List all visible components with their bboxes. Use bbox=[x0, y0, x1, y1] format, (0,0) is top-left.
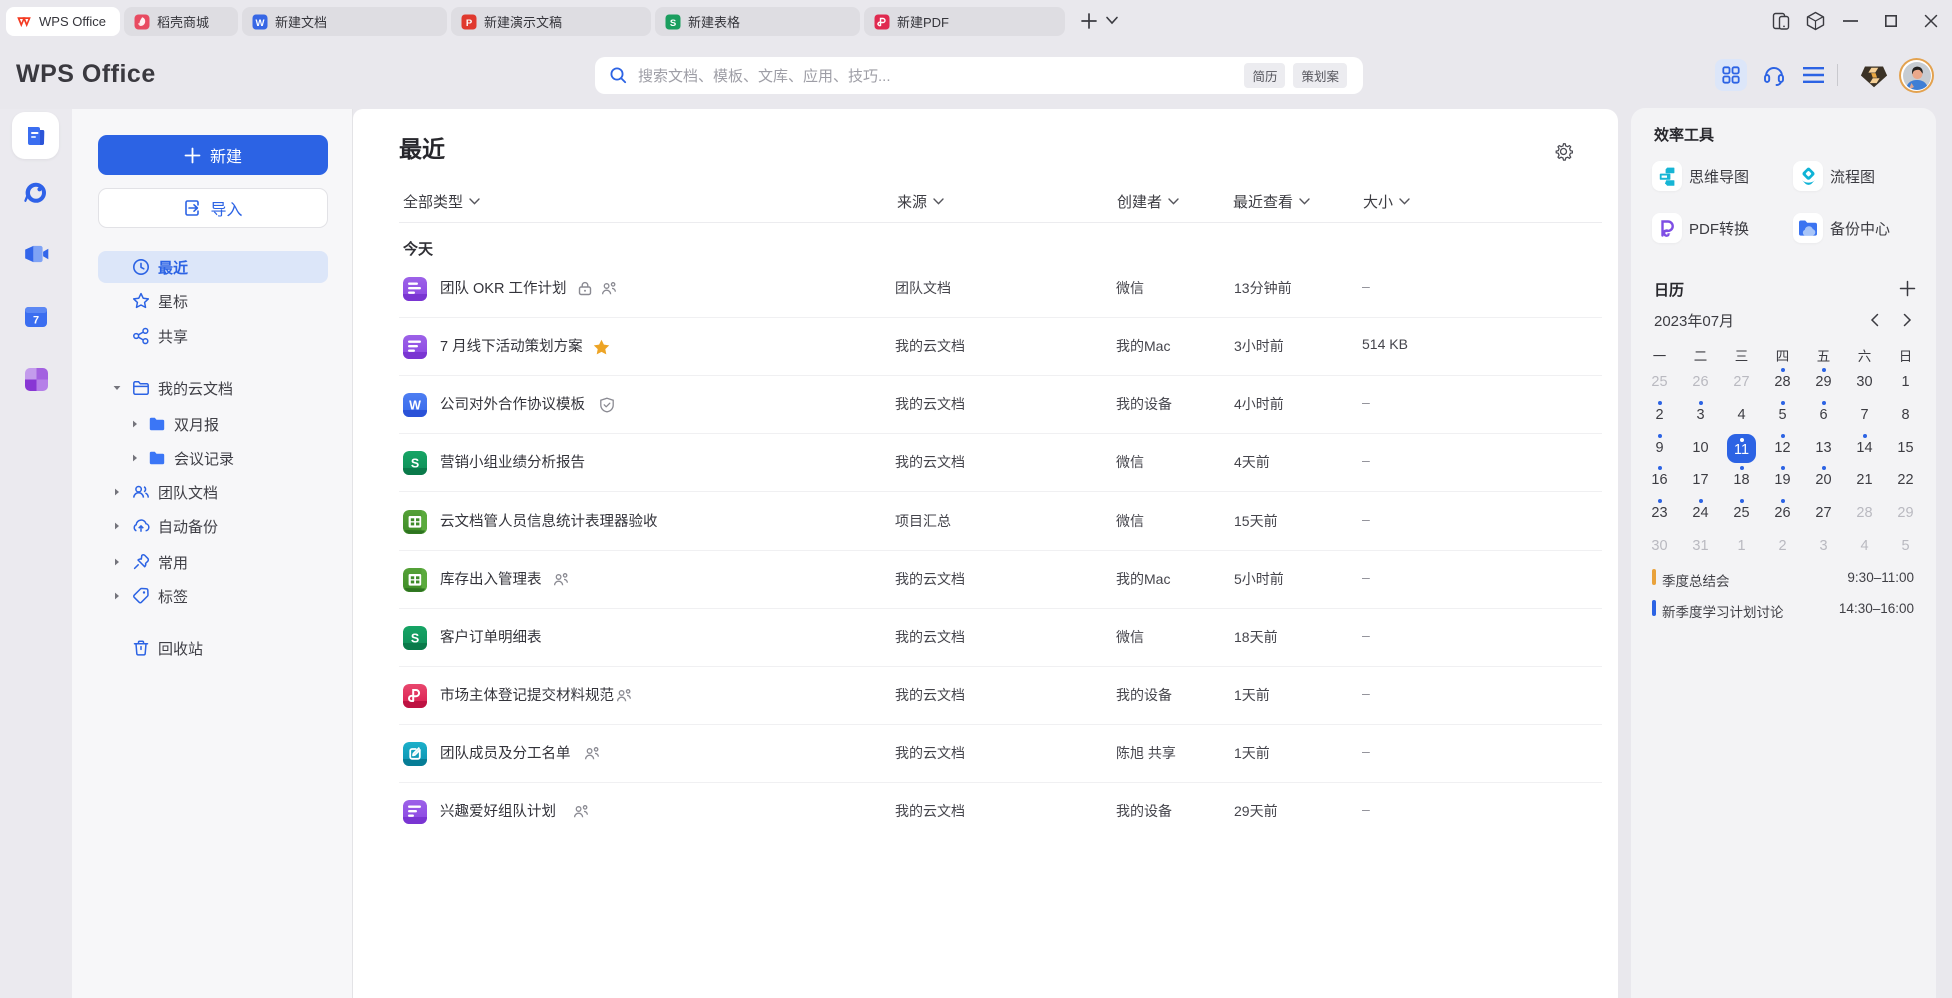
svg-text:S: S bbox=[411, 457, 419, 471]
svg-text:W: W bbox=[256, 17, 265, 28]
svg-text:S: S bbox=[411, 632, 419, 646]
svg-text:7: 7 bbox=[33, 315, 39, 327]
svg-text:S: S bbox=[670, 17, 676, 28]
svg-text:P: P bbox=[466, 17, 473, 28]
svg-text:W: W bbox=[409, 399, 421, 413]
